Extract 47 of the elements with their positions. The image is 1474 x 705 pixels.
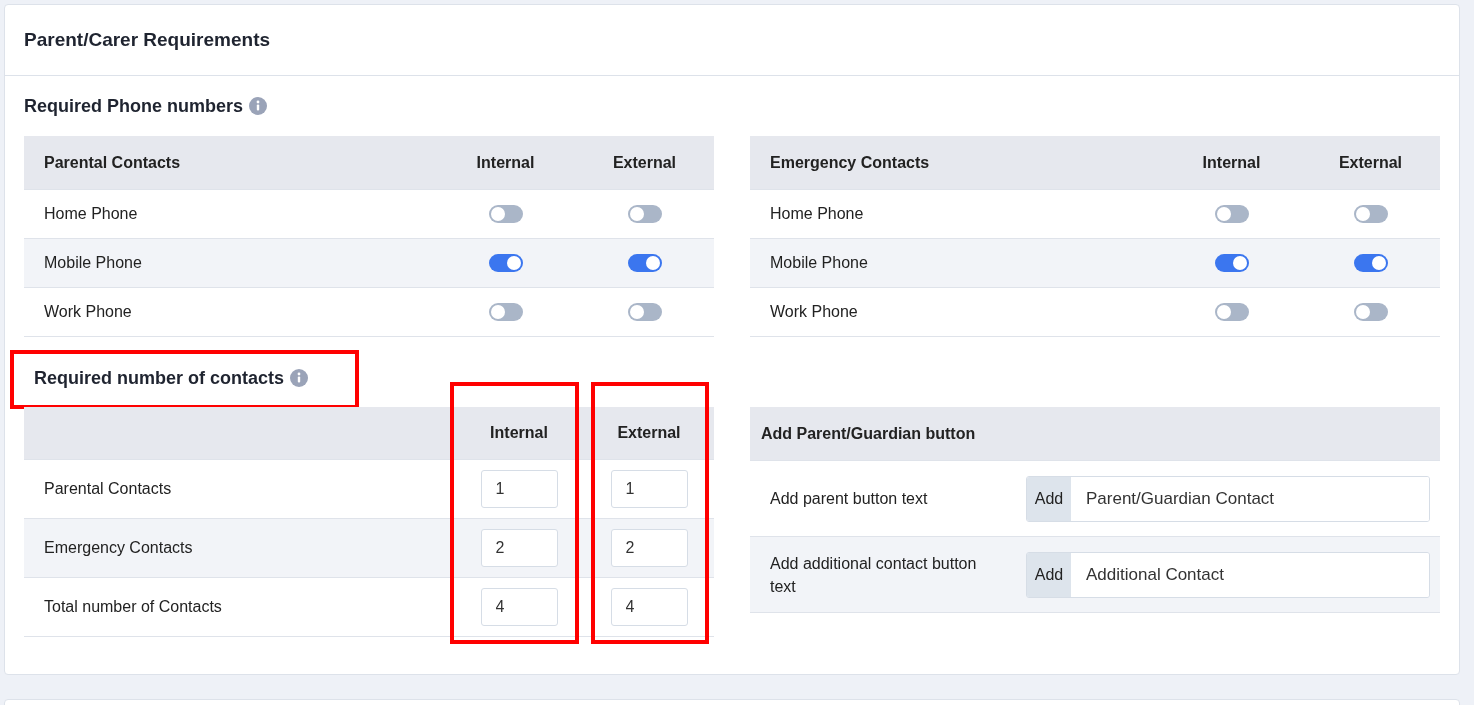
number-field[interactable]: 2 <box>480 529 558 567</box>
toggle-switch[interactable] <box>627 254 662 272</box>
column-header: Parental Contacts <box>43 153 182 172</box>
row-label: Parental Contacts <box>43 480 173 498</box>
row-label: Total number of Contacts <box>43 598 223 616</box>
toggle-switch[interactable] <box>488 254 523 272</box>
column-header: Internal <box>475 153 536 172</box>
column-header: External <box>611 153 678 172</box>
row-label: Add parent button text <box>769 489 929 509</box>
column-header: Internal <box>489 424 549 442</box>
number-field[interactable]: 4 <box>610 588 688 626</box>
row-label: Work Phone <box>43 303 133 321</box>
toggle-switch[interactable] <box>1353 205 1388 223</box>
row-label: Home Phone <box>769 205 865 223</box>
column-header: External <box>616 424 682 442</box>
info-icon[interactable] <box>290 369 309 387</box>
number-field[interactable]: 4 <box>480 588 558 626</box>
section-heading: Required Phone numbers <box>24 95 244 117</box>
card-title: Parent/Carer Requirements <box>24 29 271 51</box>
column-header: Internal <box>1201 153 1262 172</box>
section-heading: Required number of contacts <box>34 367 285 389</box>
text-input-field[interactable]: Add Parent/Guardian Contact <box>1026 475 1430 522</box>
toggle-switch[interactable] <box>1214 205 1249 223</box>
row-label: Home Phone <box>43 205 139 223</box>
input-addon: Add <box>1027 476 1071 521</box>
info-icon[interactable] <box>249 97 268 115</box>
toggle-switch[interactable] <box>1214 303 1249 321</box>
text-input-field[interactable]: Add Additional Contact <box>1026 551 1430 598</box>
column-header: External <box>1337 153 1404 172</box>
row-label: Work Phone <box>769 303 859 321</box>
row-label: Mobile Phone <box>43 254 143 272</box>
number-field[interactable]: 1 <box>610 470 688 508</box>
column-header: Add Parent/Guardian button <box>760 424 977 443</box>
input-addon: Add <box>1027 552 1071 597</box>
toggle-switch[interactable] <box>488 205 523 223</box>
number-field[interactable]: 2 <box>610 529 688 567</box>
row-label: Emergency Contacts <box>43 539 194 557</box>
toggle-switch[interactable] <box>1353 254 1388 272</box>
toggle-switch[interactable] <box>488 303 523 321</box>
row-label: Add additional contact button text <box>769 553 978 597</box>
row-label: Mobile Phone <box>769 254 869 272</box>
column-header: Emergency Contacts <box>769 153 931 172</box>
toggle-switch[interactable] <box>1353 303 1388 321</box>
toggle-switch[interactable] <box>627 205 662 223</box>
toggle-switch[interactable] <box>1214 254 1249 272</box>
toggle-switch[interactable] <box>627 303 662 321</box>
number-field[interactable]: 1 <box>480 470 558 508</box>
